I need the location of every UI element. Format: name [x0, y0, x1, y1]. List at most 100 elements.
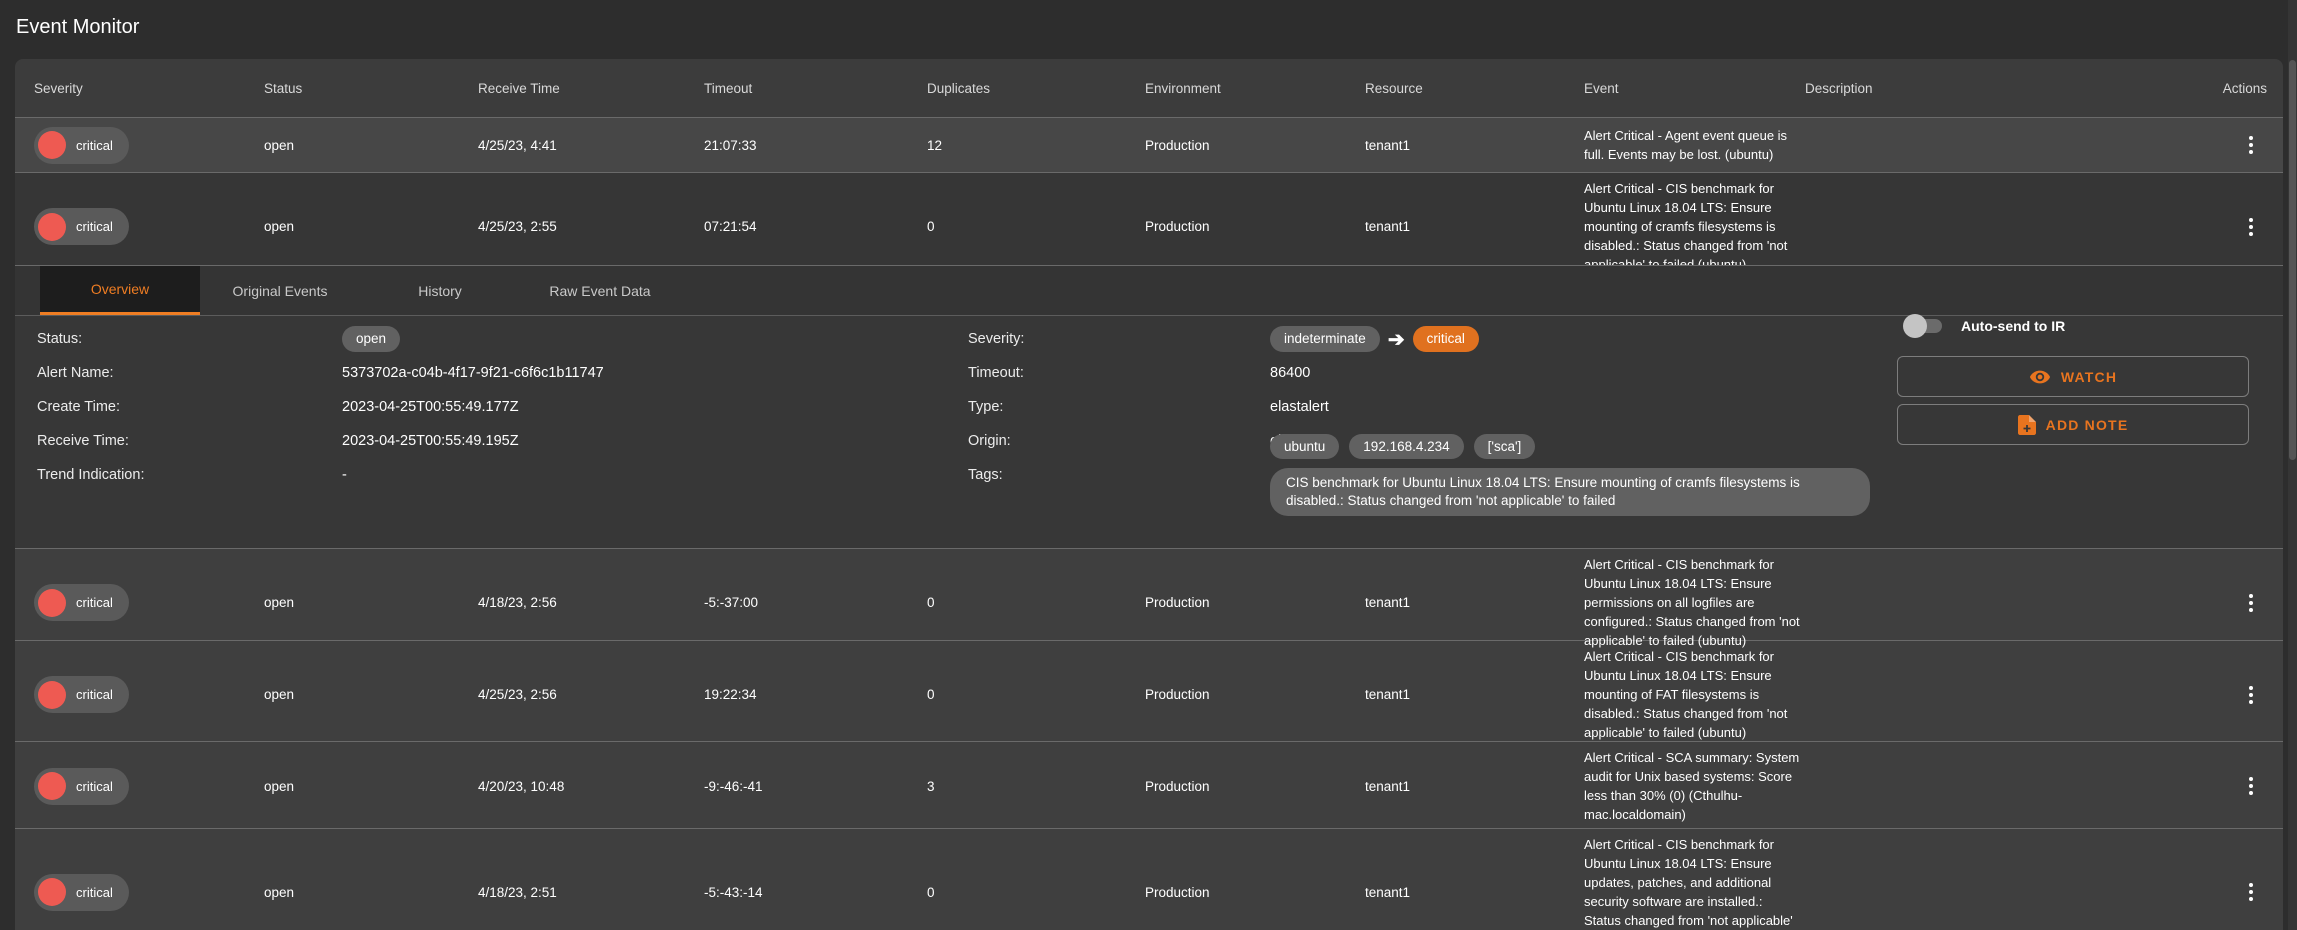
timeout-cell: -5:-37:00: [704, 595, 927, 610]
col-header-duplicates: Duplicates: [927, 81, 1145, 96]
table-row[interactable]: critical open 4/25/23, 2:56 19:22:34 0 P…: [15, 640, 2283, 741]
tags-value: ubuntu 192.168.4.234 ['sca'] CIS benchma…: [1270, 430, 1870, 521]
timeout-cell: -5:-43:-14: [704, 885, 927, 900]
timeout-value: 86400: [1270, 365, 1870, 381]
environment-cell: Production: [1145, 219, 1365, 234]
timeout-cell: 07:21:54: [704, 219, 927, 234]
row-actions-kebab-icon[interactable]: [2245, 773, 2257, 799]
col-header-description: Description: [1805, 81, 2195, 96]
watch-button[interactable]: WATCH: [1897, 356, 2249, 397]
col-header-event: Event: [1584, 81, 1805, 96]
environment-cell: Production: [1145, 595, 1365, 610]
field-label-severity: Severity:: [968, 331, 1270, 347]
field-label-origin: Origin:: [968, 433, 1270, 449]
row-actions-kebab-icon[interactable]: [2245, 590, 2257, 616]
severity-dot-icon: [38, 772, 66, 800]
severity-to-pill: critical: [1413, 326, 1479, 352]
table-row[interactable]: critical open 4/25/23, 4:41 21:07:33 12 …: [15, 117, 2283, 172]
resource-cell: tenant1: [1365, 595, 1584, 610]
field-label-alert-name: Alert Name:: [37, 365, 342, 381]
severity-dot-icon: [38, 589, 66, 617]
severity-badge: critical: [34, 127, 129, 164]
field-label-receive-time: Receive Time:: [37, 433, 342, 449]
severity-label: critical: [76, 595, 113, 610]
col-header-severity: Severity: [15, 81, 264, 96]
status-pill: open: [342, 326, 400, 352]
row-actions-kebab-icon[interactable]: [2245, 879, 2257, 905]
severity-arrow-icon: ➔: [1388, 327, 1405, 352]
environment-cell: Production: [1145, 779, 1365, 794]
auto-send-label: Auto-send to IR: [1961, 318, 2065, 334]
status-cell: open: [264, 885, 478, 900]
table-row[interactable]: critical open 4/20/23, 10:48 -9:-46:-41 …: [15, 741, 2283, 828]
duplicates-cell: 0: [927, 885, 1145, 900]
receive-time-cell: 4/18/23, 2:56: [478, 595, 704, 610]
col-header-status: Status: [264, 81, 478, 96]
tab-overview[interactable]: Overview: [40, 266, 200, 315]
resource-cell: tenant1: [1365, 138, 1584, 153]
status-cell: open: [264, 595, 478, 610]
eye-icon: [2029, 366, 2051, 388]
field-label-create-time: Create Time:: [37, 399, 342, 415]
tab-original-events[interactable]: Original Events: [200, 266, 360, 315]
table-row[interactable]: critical open 4/18/23, 2:51 -5:-43:-14 0…: [15, 828, 2283, 930]
status-cell: open: [264, 779, 478, 794]
event-cell: Alert Critical - CIS benchmark for Ubunt…: [1584, 173, 1800, 280]
severity-dot-icon: [38, 213, 66, 241]
field-label-trend-indication: Trend Indication:: [37, 467, 342, 483]
duplicates-cell: 3: [927, 779, 1145, 794]
receive-time-cell: 4/25/23, 2:55: [478, 219, 704, 234]
page-title: Event Monitor: [0, 0, 2297, 59]
toggle-knob: [1903, 314, 1927, 338]
receive-time-value: 2023-04-25T00:55:49.195Z: [342, 433, 604, 449]
alert-name-value: 5373702a-c04b-4f17-9f21-c6f6c1b11747: [342, 365, 604, 381]
severity-label: critical: [76, 779, 113, 794]
status-cell: open: [264, 219, 478, 234]
field-label-status: Status:: [37, 331, 342, 347]
severity-badge: critical: [34, 874, 129, 911]
receive-time-cell: 4/20/23, 10:48: [478, 779, 704, 794]
row-actions-kebab-icon[interactable]: [2245, 132, 2257, 158]
tab-history[interactable]: History: [360, 266, 520, 315]
tag-pill: ['sca']: [1474, 434, 1536, 460]
event-detail-panel: Overview Original Events History Raw Eve…: [15, 265, 2283, 548]
col-header-environment: Environment: [1145, 81, 1365, 96]
scrollbar[interactable]: [2288, 0, 2297, 930]
row-actions-kebab-icon[interactable]: [2245, 214, 2257, 240]
add-note-button[interactable]: ADD NOTE: [1897, 404, 2249, 445]
severity-badge: critical: [34, 208, 129, 245]
event-cell: Alert Critical - Agent event queue is fu…: [1584, 120, 1800, 170]
resource-cell: tenant1: [1365, 885, 1584, 900]
scrollbar-thumb[interactable]: [2289, 60, 2296, 460]
trend-indication-value: -: [342, 467, 604, 483]
field-label-type: Type:: [968, 399, 1270, 415]
type-value: elastalert: [1270, 399, 1870, 415]
severity-label: critical: [76, 885, 113, 900]
field-label-timeout: Timeout:: [968, 365, 1270, 381]
receive-time-cell: 4/18/23, 2:51: [478, 885, 704, 900]
col-header-receive-time: Receive Time: [478, 81, 704, 96]
auto-send-toggle[interactable]: [1908, 319, 1942, 333]
tag-pill: ubuntu: [1270, 434, 1339, 460]
event-table: Severity Status Receive Time Timeout Dup…: [15, 59, 2283, 930]
row-actions-kebab-icon[interactable]: [2245, 682, 2257, 708]
tab-raw-event-data[interactable]: Raw Event Data: [520, 266, 680, 315]
detail-fields-left: Status: open Alert Name: 5373702a-c04b-4…: [37, 322, 604, 492]
event-cell: Alert Critical - CIS benchmark for Ubunt…: [1584, 829, 1800, 930]
environment-cell: Production: [1145, 687, 1365, 702]
duplicates-cell: 0: [927, 219, 1145, 234]
note-add-icon: [2018, 415, 2036, 435]
severity-badge: critical: [34, 584, 129, 621]
table-row[interactable]: critical open 4/18/23, 2:56 -5:-37:00 0 …: [15, 548, 2283, 640]
field-label-tags: Tags:: [968, 467, 1270, 483]
receive-time-cell: 4/25/23, 2:56: [478, 687, 704, 702]
col-header-resource: Resource: [1365, 81, 1584, 96]
table-row[interactable]: critical open 4/25/23, 2:55 07:21:54 0 P…: [15, 172, 2283, 265]
severity-dot-icon: [38, 681, 66, 709]
event-cell: Alert Critical - SCA summary: System aud…: [1584, 742, 1800, 830]
status-cell: open: [264, 138, 478, 153]
event-cell: Alert Critical - CIS benchmark for Ubunt…: [1584, 549, 1800, 656]
detail-fields-mid: Severity: indeterminate ➔ critical Timeo…: [968, 322, 1870, 492]
duplicates-cell: 0: [927, 595, 1145, 610]
severity-dot-icon: [38, 878, 66, 906]
